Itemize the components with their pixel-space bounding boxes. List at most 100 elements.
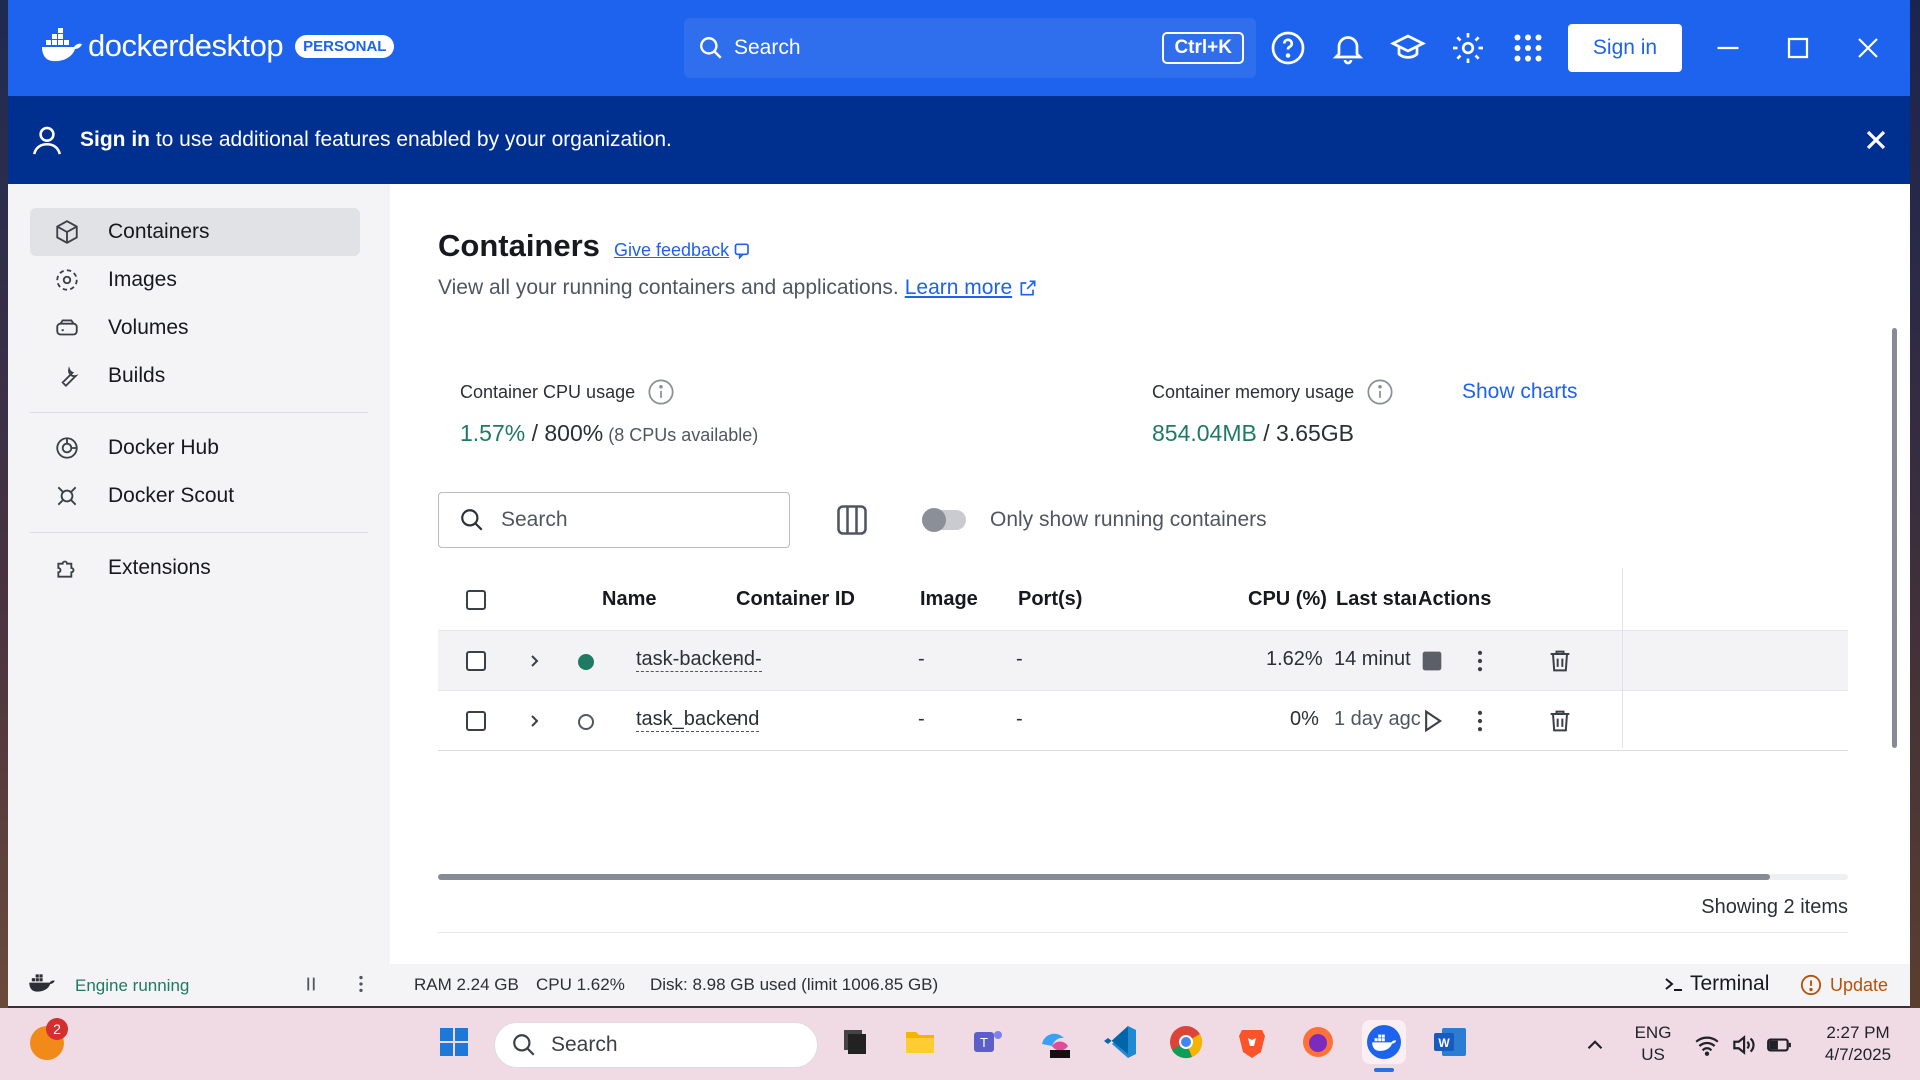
column-header-name[interactable]: Name bbox=[602, 588, 656, 611]
wifi-icon[interactable] bbox=[1694, 1032, 1720, 1058]
microsoft-365-icon[interactable] bbox=[1032, 1020, 1076, 1064]
vertical-scrollbar[interactable] bbox=[1892, 328, 1897, 748]
wrench-icon bbox=[61, 366, 79, 388]
container-search-input[interactable] bbox=[501, 508, 781, 532]
columns-icon[interactable] bbox=[834, 502, 870, 538]
sidebar-item-label: Containers bbox=[108, 220, 210, 243]
hub-icon bbox=[56, 437, 78, 459]
more-options-icon[interactable] bbox=[1466, 647, 1494, 675]
stopped-status-icon bbox=[578, 714, 594, 730]
select-all-checkbox[interactable] bbox=[466, 590, 486, 610]
learning-center-icon[interactable] bbox=[1390, 30, 1426, 66]
maximize-icon[interactable] bbox=[1780, 30, 1816, 66]
sidebar-item-label: Docker Hub bbox=[108, 436, 219, 459]
horizontal-scrollbar[interactable] bbox=[438, 874, 1848, 880]
column-header-last-started[interactable]: Last star bbox=[1336, 588, 1416, 611]
chevron-right-icon[interactable] bbox=[522, 649, 546, 673]
file-explorer-icon[interactable] bbox=[898, 1020, 942, 1064]
update-button[interactable]: Update bbox=[1800, 974, 1888, 996]
cpu-usage: CPU 1.62% bbox=[536, 975, 625, 994]
help-icon[interactable] bbox=[1270, 30, 1306, 66]
show-charts-link[interactable]: Show charts bbox=[1462, 380, 1578, 404]
clock[interactable]: 2:27 PM 4/7/2025 bbox=[1808, 1022, 1908, 1066]
docker-whale-icon bbox=[42, 28, 82, 62]
pause-icon[interactable] bbox=[300, 972, 322, 996]
logo-docker-text: docker bbox=[88, 28, 179, 63]
learn-more-link[interactable]: Learn more bbox=[905, 276, 1012, 300]
column-header-ports[interactable]: Port(s) bbox=[1018, 588, 1082, 611]
brave-icon[interactable] bbox=[1230, 1020, 1274, 1064]
item-count-label: Showing 2 items bbox=[1701, 896, 1848, 918]
sidebar-item-builds[interactable]: Builds bbox=[30, 352, 360, 400]
minimize-icon[interactable] bbox=[1710, 30, 1746, 66]
actions-column-divider bbox=[1622, 568, 1623, 748]
info-icon[interactable] bbox=[1366, 378, 1394, 406]
update-info-icon bbox=[1800, 974, 1822, 996]
sign-in-button[interactable]: Sign in bbox=[1568, 24, 1682, 72]
chrome-icon[interactable] bbox=[1164, 1020, 1208, 1064]
sidebar-item-extensions[interactable]: Extensions bbox=[30, 544, 360, 592]
info-icon[interactable] bbox=[647, 378, 675, 406]
table-bottom-border bbox=[438, 750, 1848, 751]
teams-icon[interactable]: T bbox=[966, 1020, 1010, 1064]
chevron-right-icon[interactable] bbox=[522, 709, 546, 733]
search-icon bbox=[461, 509, 483, 531]
windows-taskbar: 2 Search T W ENG US 2:27 PM 4/7/2025 bbox=[0, 1008, 1920, 1080]
container-name-link[interactable]: task-backend- bbox=[636, 648, 762, 672]
column-header-cpu[interactable]: CPU (%) bbox=[1248, 588, 1327, 611]
firefox-icon[interactable] bbox=[1296, 1020, 1340, 1064]
task-view-icon[interactable] bbox=[832, 1020, 876, 1064]
table-row[interactable]: task_backend - - - 0% 1 day agc bbox=[438, 690, 1848, 750]
column-header-container-id[interactable]: Container ID bbox=[736, 588, 855, 611]
horizontal-scrollbar-thumb[interactable] bbox=[438, 874, 1770, 880]
row-checkbox[interactable] bbox=[466, 711, 486, 731]
status-bar: Engine running RAM 2.24 GB CPU 1.62% Dis… bbox=[8, 964, 1910, 1006]
terminal-button[interactable]: Terminal bbox=[1662, 972, 1769, 996]
search-icon bbox=[700, 37, 722, 59]
close-icon[interactable] bbox=[1860, 124, 1892, 156]
give-feedback-link[interactable]: Give feedback bbox=[614, 240, 753, 261]
sidebar-item-containers[interactable]: Containers bbox=[30, 208, 360, 256]
sidebar-item-docker-hub[interactable]: Docker Hub bbox=[30, 424, 360, 472]
stop-icon[interactable] bbox=[1418, 647, 1446, 675]
close-window-icon[interactable] bbox=[1850, 30, 1886, 66]
column-header-image[interactable]: Image bbox=[920, 588, 978, 611]
bell-icon[interactable] bbox=[1330, 30, 1366, 66]
chevron-up-icon[interactable] bbox=[1582, 1032, 1608, 1058]
language-indicator[interactable]: ENG US bbox=[1628, 1022, 1678, 1066]
sidebar-item-docker-scout[interactable]: Docker Scout bbox=[30, 472, 360, 520]
sidebar-divider bbox=[30, 412, 368, 413]
docker-taskbar-button[interactable] bbox=[1362, 1020, 1406, 1072]
taskbar-search[interactable]: Search bbox=[494, 1022, 818, 1068]
trash-icon[interactable] bbox=[1546, 707, 1574, 735]
banner-sign-in-link[interactable]: Sign in bbox=[80, 128, 150, 151]
vscode-icon[interactable] bbox=[1098, 1020, 1142, 1064]
sidebar-item-images[interactable]: Images bbox=[30, 256, 360, 304]
memory-usage-title: Container memory usage bbox=[1152, 381, 1355, 402]
apps-grid-icon[interactable] bbox=[1510, 30, 1546, 66]
row-checkbox[interactable] bbox=[466, 651, 486, 671]
more-options-icon[interactable] bbox=[1466, 707, 1494, 735]
global-search-bar[interactable]: Search Ctrl+K bbox=[684, 18, 1256, 78]
search-icon bbox=[513, 1034, 535, 1056]
play-icon[interactable] bbox=[1418, 707, 1446, 735]
volume-icon[interactable] bbox=[1730, 1032, 1756, 1058]
docker-whale-icon bbox=[29, 974, 55, 992]
trash-icon[interactable] bbox=[1546, 647, 1574, 675]
docker-taskbar-icon bbox=[1367, 1025, 1401, 1059]
sidebar-item-label: Volumes bbox=[108, 316, 189, 339]
windows-start-icon[interactable] bbox=[432, 1020, 476, 1064]
running-only-toggle[interactable] bbox=[922, 508, 966, 532]
active-app-indicator bbox=[1374, 1068, 1394, 1072]
container-search-field[interactable] bbox=[438, 492, 790, 548]
sidebar-item-label: Docker Scout bbox=[108, 484, 235, 507]
word-icon[interactable]: W bbox=[1428, 1020, 1472, 1064]
battery-icon[interactable] bbox=[1766, 1032, 1792, 1058]
container-id-cell: - bbox=[734, 708, 741, 730]
global-search-label: Search bbox=[734, 36, 801, 59]
container-name-link[interactable]: task_backend bbox=[636, 708, 760, 732]
sidebar-item-volumes[interactable]: Volumes bbox=[30, 304, 360, 352]
table-row[interactable]: task-backend- - - - 1.62% 14 minut bbox=[438, 630, 1848, 690]
more-options-icon[interactable] bbox=[350, 972, 372, 996]
settings-gear-icon[interactable] bbox=[1450, 30, 1486, 66]
